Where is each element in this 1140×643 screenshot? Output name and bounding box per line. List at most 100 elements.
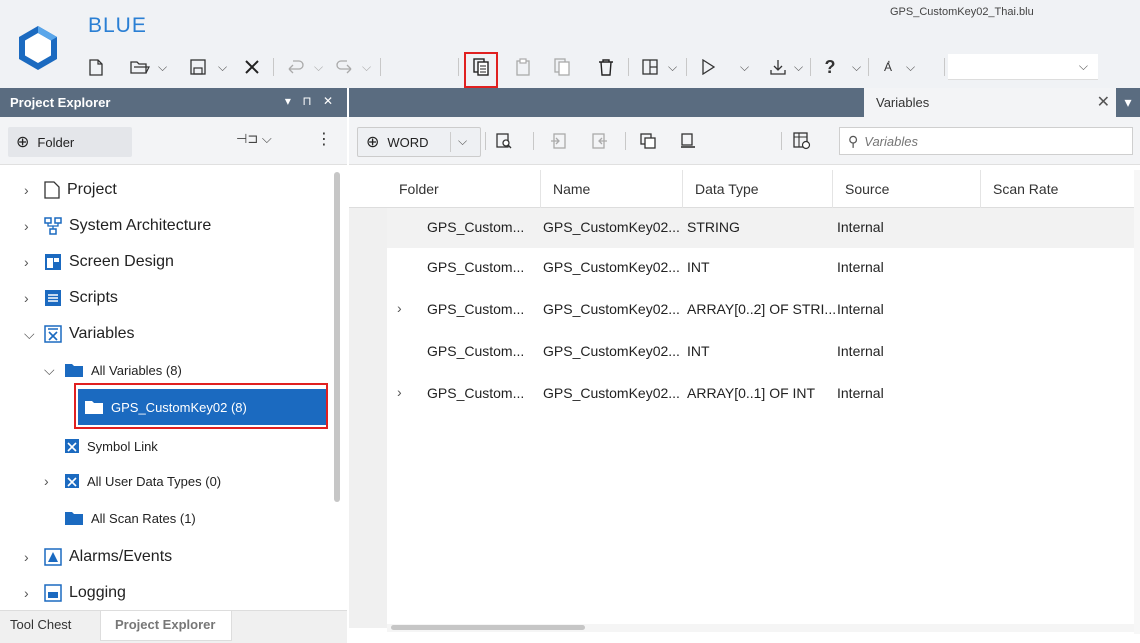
column-header-scan-rate[interactable]: Scan Rate xyxy=(981,170,1134,208)
layout-icon[interactable] xyxy=(638,53,662,81)
plus-circle-icon: ⊕ xyxy=(366,134,380,151)
help-icon[interactable]: ? xyxy=(818,53,842,81)
close-icon[interactable]: ✕ xyxy=(1097,92,1110,112)
table-row[interactable]: GPS_Custom... GPS_CustomKey02... STRING … xyxy=(387,208,1134,248)
variables-search[interactable]: ⚲ xyxy=(839,127,1133,155)
table-row[interactable]: GPS_Custom... GPS_CustomKey02... INT Int… xyxy=(387,248,1134,288)
export-icon[interactable] xyxy=(587,127,613,155)
tree-item-project[interactable]: › Project xyxy=(24,173,117,207)
tab-menu-icon[interactable]: ▾ xyxy=(1116,88,1140,117)
chevron-down-icon[interactable]: ⌵ xyxy=(906,60,915,75)
chevron-right-icon[interactable]: › xyxy=(24,218,44,234)
chevron-right-icon[interactable]: › xyxy=(397,384,402,400)
chevron-right-icon[interactable]: › xyxy=(24,549,44,565)
tree-item-all-scan-rates[interactable]: All Scan Rates (1) xyxy=(64,503,196,533)
chevron-right-icon[interactable]: › xyxy=(44,473,64,489)
open-folder-icon[interactable] xyxy=(128,53,152,81)
table-row[interactable]: › GPS_Custom... GPS_CustomKey02... ARRAY… xyxy=(387,374,1134,414)
tree-item-all-variables[interactable]: ⌵ All Variables (8) xyxy=(44,355,182,385)
panel-title: Project Explorer xyxy=(10,95,111,110)
chevron-right-icon[interactable]: › xyxy=(24,290,44,306)
column-header-folder[interactable]: Folder xyxy=(387,170,541,208)
user-data-types-icon xyxy=(64,473,80,489)
search-input[interactable] xyxy=(864,133,1105,149)
tree-item-system-architecture[interactable]: › System Architecture xyxy=(24,209,211,243)
chevron-down-icon[interactable]: ⌵ xyxy=(158,60,167,75)
vertical-scrollbar-track[interactable] xyxy=(1134,170,1140,634)
chevron-right-icon[interactable]: › xyxy=(397,300,402,316)
blue-logo-icon xyxy=(14,24,62,77)
chevron-down-icon[interactable]: ⌵ xyxy=(362,60,371,75)
add-folder-button[interactable]: ⊕ Folder xyxy=(8,127,132,157)
chevron-down-icon[interactable]: ⌵ xyxy=(44,362,64,379)
find-icon[interactable] xyxy=(491,127,517,155)
tree-item-variables[interactable]: ⌵ Variables xyxy=(24,317,135,351)
delete-icon[interactable] xyxy=(594,53,618,81)
chevron-down-icon[interactable]: ⌵ xyxy=(794,60,803,75)
download-icon[interactable] xyxy=(766,53,790,81)
cell-folder: GPS_Custom... xyxy=(427,219,525,235)
scrollbar-thumb[interactable] xyxy=(391,625,585,630)
tree-item-screen-design[interactable]: › Screen Design xyxy=(24,245,174,279)
tab-variables[interactable]: Variables ✕ xyxy=(864,88,1116,117)
chevron-right-icon[interactable]: › xyxy=(24,585,44,601)
tree-item-label: Logging xyxy=(69,584,126,601)
scripts-icon xyxy=(44,289,62,307)
cell-data-type: STRING xyxy=(687,219,740,235)
column-header-source[interactable]: Source xyxy=(833,170,981,208)
paste-icon[interactable] xyxy=(512,53,536,81)
tree-item-scripts[interactable]: › Scripts xyxy=(24,281,118,315)
tree-item-label: Symbol Link xyxy=(87,438,158,454)
redo-icon[interactable] xyxy=(332,53,356,81)
new-file-icon[interactable] xyxy=(84,53,108,81)
chevron-down-icon[interactable]: ⌵ xyxy=(740,60,749,75)
tree-item-label: Scripts xyxy=(69,289,118,306)
chevron-down-icon[interactable]: ⌵ xyxy=(852,60,861,75)
pin-dropdown-icon[interactable]: ⊣⊐ ⌵ xyxy=(236,131,272,147)
tree-item-all-user-data-types[interactable]: › All User Data Types (0) xyxy=(44,466,221,496)
add-word-button[interactable]: ⊕ WORD ⌵ xyxy=(357,127,481,157)
language-icon[interactable]: A̛ xyxy=(876,53,900,81)
chevron-right-icon[interactable]: › xyxy=(24,254,44,270)
panel-controls[interactable]: ▾ ⊓ ✕ xyxy=(285,94,337,108)
tab-tool-chest[interactable]: Tool Chest xyxy=(10,617,71,632)
folder-icon xyxy=(64,362,84,378)
project-explorer-header: Project Explorer ▾ ⊓ ✕ xyxy=(0,88,347,117)
import-icon[interactable] xyxy=(545,127,571,155)
table-row[interactable]: GPS_Custom... GPS_CustomKey02... INT Int… xyxy=(387,332,1134,372)
tree-item-label: All User Data Types (0) xyxy=(87,473,222,489)
tree-item-alarms-events[interactable]: › Alarms/Events xyxy=(24,540,172,574)
toolbar-combo[interactable]: ⌵ xyxy=(948,54,1098,80)
toolbar-divider xyxy=(868,58,869,76)
run-icon[interactable] xyxy=(696,53,720,81)
chevron-down-icon[interactable]: ⌵ xyxy=(24,326,44,343)
chevron-down-icon[interactable]: ⌵ xyxy=(1079,59,1088,74)
table-row[interactable]: › GPS_Custom... GPS_CustomKey02... ARRAY… xyxy=(387,290,1134,330)
chevron-down-icon[interactable]: ⌵ xyxy=(218,60,227,75)
close-icon[interactable] xyxy=(240,53,264,81)
tree-item-label: All Scan Rates (1) xyxy=(91,510,196,526)
horizontal-scrollbar[interactable] xyxy=(387,624,1134,632)
cell-data-type: INT xyxy=(687,343,710,359)
toolbar-divider xyxy=(628,58,629,76)
copy-icon[interactable] xyxy=(635,127,661,155)
column-settings-icon[interactable] xyxy=(789,127,815,155)
more-options-icon[interactable]: ⋮ xyxy=(316,129,332,149)
column-header-name[interactable]: Name xyxy=(541,170,683,208)
chevron-down-icon[interactable]: ⌵ xyxy=(458,134,467,149)
tree-scrollbar[interactable] xyxy=(334,172,340,502)
cell-name: GPS_CustomKey02... xyxy=(543,301,680,317)
paste-icon[interactable] xyxy=(675,127,701,155)
chevron-down-icon[interactable]: ⌵ xyxy=(314,60,323,75)
chevron-right-icon[interactable]: › xyxy=(24,182,44,198)
variables-grid: Folder Name Data Type Source Scan Rate G… xyxy=(349,166,1140,643)
panel-tabs: Tool Chest Project Explorer xyxy=(0,610,347,643)
tree-item-logging[interactable]: › Logging xyxy=(24,576,126,610)
duplicate-icon[interactable] xyxy=(550,53,574,81)
chevron-down-icon[interactable]: ⌵ xyxy=(668,60,677,75)
tree-item-symbol-link[interactable]: Symbol Link xyxy=(64,431,158,461)
save-icon[interactable] xyxy=(186,53,210,81)
undo-icon[interactable] xyxy=(284,53,308,81)
column-header-data-type[interactable]: Data Type xyxy=(683,170,833,208)
tab-project-explorer-active[interactable]: Project Explorer xyxy=(100,611,232,641)
